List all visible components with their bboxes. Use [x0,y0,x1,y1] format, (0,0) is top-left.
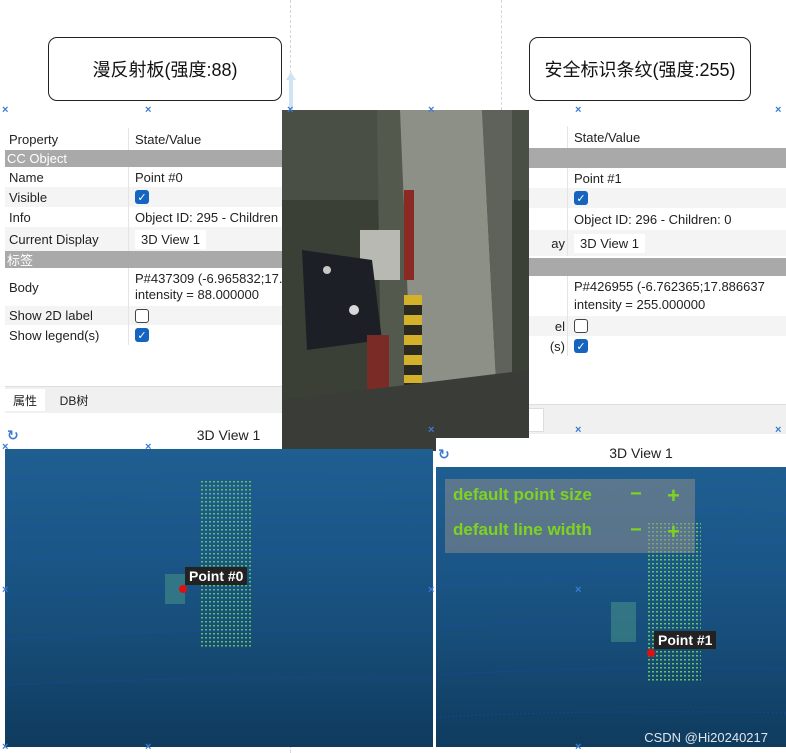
callout-text: 安全标识条纹(强度:255) [544,60,736,80]
row-name[interactable]: Name Point #0 [5,167,285,187]
selection-marker: × [145,741,152,753]
point-cloud [5,457,433,686]
view-title: 3D View 1 [609,444,673,461]
section-cc-object[interactable]: CC Object [5,150,285,167]
point-marker[interactable] [179,585,187,593]
body-coords: P#437309 (-6.965832;17. [135,271,283,286]
point-marker[interactable] [647,649,655,657]
display-select[interactable]: 3D View 1 [574,233,646,253]
watermark: CSDN @Hi20240217 [644,730,768,745]
row-body: Body P#437309 (-6.965832;17. intensity =… [5,268,285,306]
guide-line [501,0,502,110]
line-width-decrease-button[interactable]: − [630,519,642,542]
table-header: State/Value [528,126,786,148]
name-value[interactable]: Point #1 [568,168,786,188]
view-icon: ↻ [7,427,19,443]
section-label[interactable] [528,258,786,276]
point-size-label: default point size [453,485,592,504]
column-value: State/Value [574,129,641,145]
column-property: Property [5,128,129,150]
properties-panel-left: Property State/Value CC Object Name Poin… [5,112,285,450]
visible-checkbox[interactable]: ✓ [574,191,588,205]
view-icon: ↻ [438,446,450,462]
row-show-legend: (s) ✓ [528,336,786,356]
selection-marker: × [2,104,9,116]
selection-marker: × [575,741,582,753]
line-width-increase-button[interactable]: + [667,519,680,545]
selection-marker: × [145,104,152,116]
row-body: P#426955 (-6.762365;17.886637 intensity … [528,276,786,316]
show-legend-checkbox[interactable]: ✓ [574,339,588,353]
tab-db-tree[interactable]: DB树 [49,389,99,411]
selection-marker: × [575,104,582,116]
display-select[interactable]: 3D View 1 [135,229,207,249]
selection-marker: × [575,424,582,436]
3d-view-right[interactable]: default point size − + default line widt… [436,467,786,747]
panel-tabs: 属性 DB树 [5,386,285,413]
row-current-display: ay 3D View 1 [528,230,786,256]
tab-partial[interactable] [528,408,544,432]
show-2d-label-checkbox[interactable] [135,308,149,323]
panel-tabs [528,404,786,434]
info-value: Object ID: 296 - Children: 0 [574,211,732,227]
body-intensity: intensity = 255.000000 [574,297,706,312]
camera-photo [282,110,529,451]
row-current-display: Current Display 3D View 1 [5,227,285,251]
selection-marker: × [775,104,782,116]
row-show-2d-label: Show 2D label [5,306,285,325]
point-label[interactable]: Point #1 [654,631,717,649]
row-info: Info Object ID: 295 - Children [5,207,285,227]
row-visible: ✓ [528,188,786,208]
selection-marker: × [775,424,782,436]
selection-marker: × [287,104,294,116]
name-value[interactable]: Point #0 [129,167,285,187]
callout-safety-stripe: 安全标识条纹(强度:255) [529,37,751,101]
row-visible: Visible ✓ [5,187,285,207]
body-intensity: intensity = 88.000000 [135,287,259,302]
callout-diffuse-board: 漫反射板(强度:88) [48,37,282,101]
view-overlay-menu: default point size − + default line widt… [445,479,695,553]
3d-view-left[interactable]: Point #0 [5,449,433,747]
row-show-legend: Show legend(s) ✓ [5,325,285,345]
callout-text: 漫反射板(强度:88) [92,60,238,80]
selection-marker: × [2,441,9,453]
point-label[interactable]: Point #0 [185,567,248,585]
column-value: State/Value [135,131,202,147]
selection-marker: × [575,584,582,596]
row-show-2d-label: el [528,316,786,336]
visible-checkbox[interactable]: ✓ [135,190,149,204]
section-label[interactable]: 标签 [5,251,285,268]
info-value: Object ID: 295 - Children [135,209,279,225]
show-legend-checkbox[interactable]: ✓ [135,328,149,342]
selection-marker: × [2,741,9,753]
selection-marker: × [428,424,435,436]
tab-properties[interactable]: 属性 [5,389,45,411]
selection-marker: × [2,584,9,596]
point-size-increase-button[interactable]: + [667,483,680,509]
body-coords: P#426955 (-6.762365;17.886637 [574,279,765,294]
line-width-label: default line width [453,520,592,539]
row-name[interactable]: Point #1 [528,168,786,188]
view-title: 3D View 1 [196,427,261,443]
selection-marker: × [428,584,435,596]
properties-panel-right: State/Value Point #1 ✓ Object ID: 296 - … [528,112,786,434]
selection-marker: × [145,441,152,453]
section-cc-object[interactable] [528,148,786,168]
view-title-bar: ↻ 3D View 1 [5,421,282,449]
selection-marker: × [428,104,435,116]
table-header: Property State/Value [5,128,285,150]
show-2d-label-checkbox[interactable] [574,319,588,333]
view-title-bar: ↻ 3D View 1 [436,438,786,467]
point-size-decrease-button[interactable]: − [630,483,642,506]
row-info: Object ID: 296 - Children: 0 [528,208,786,230]
